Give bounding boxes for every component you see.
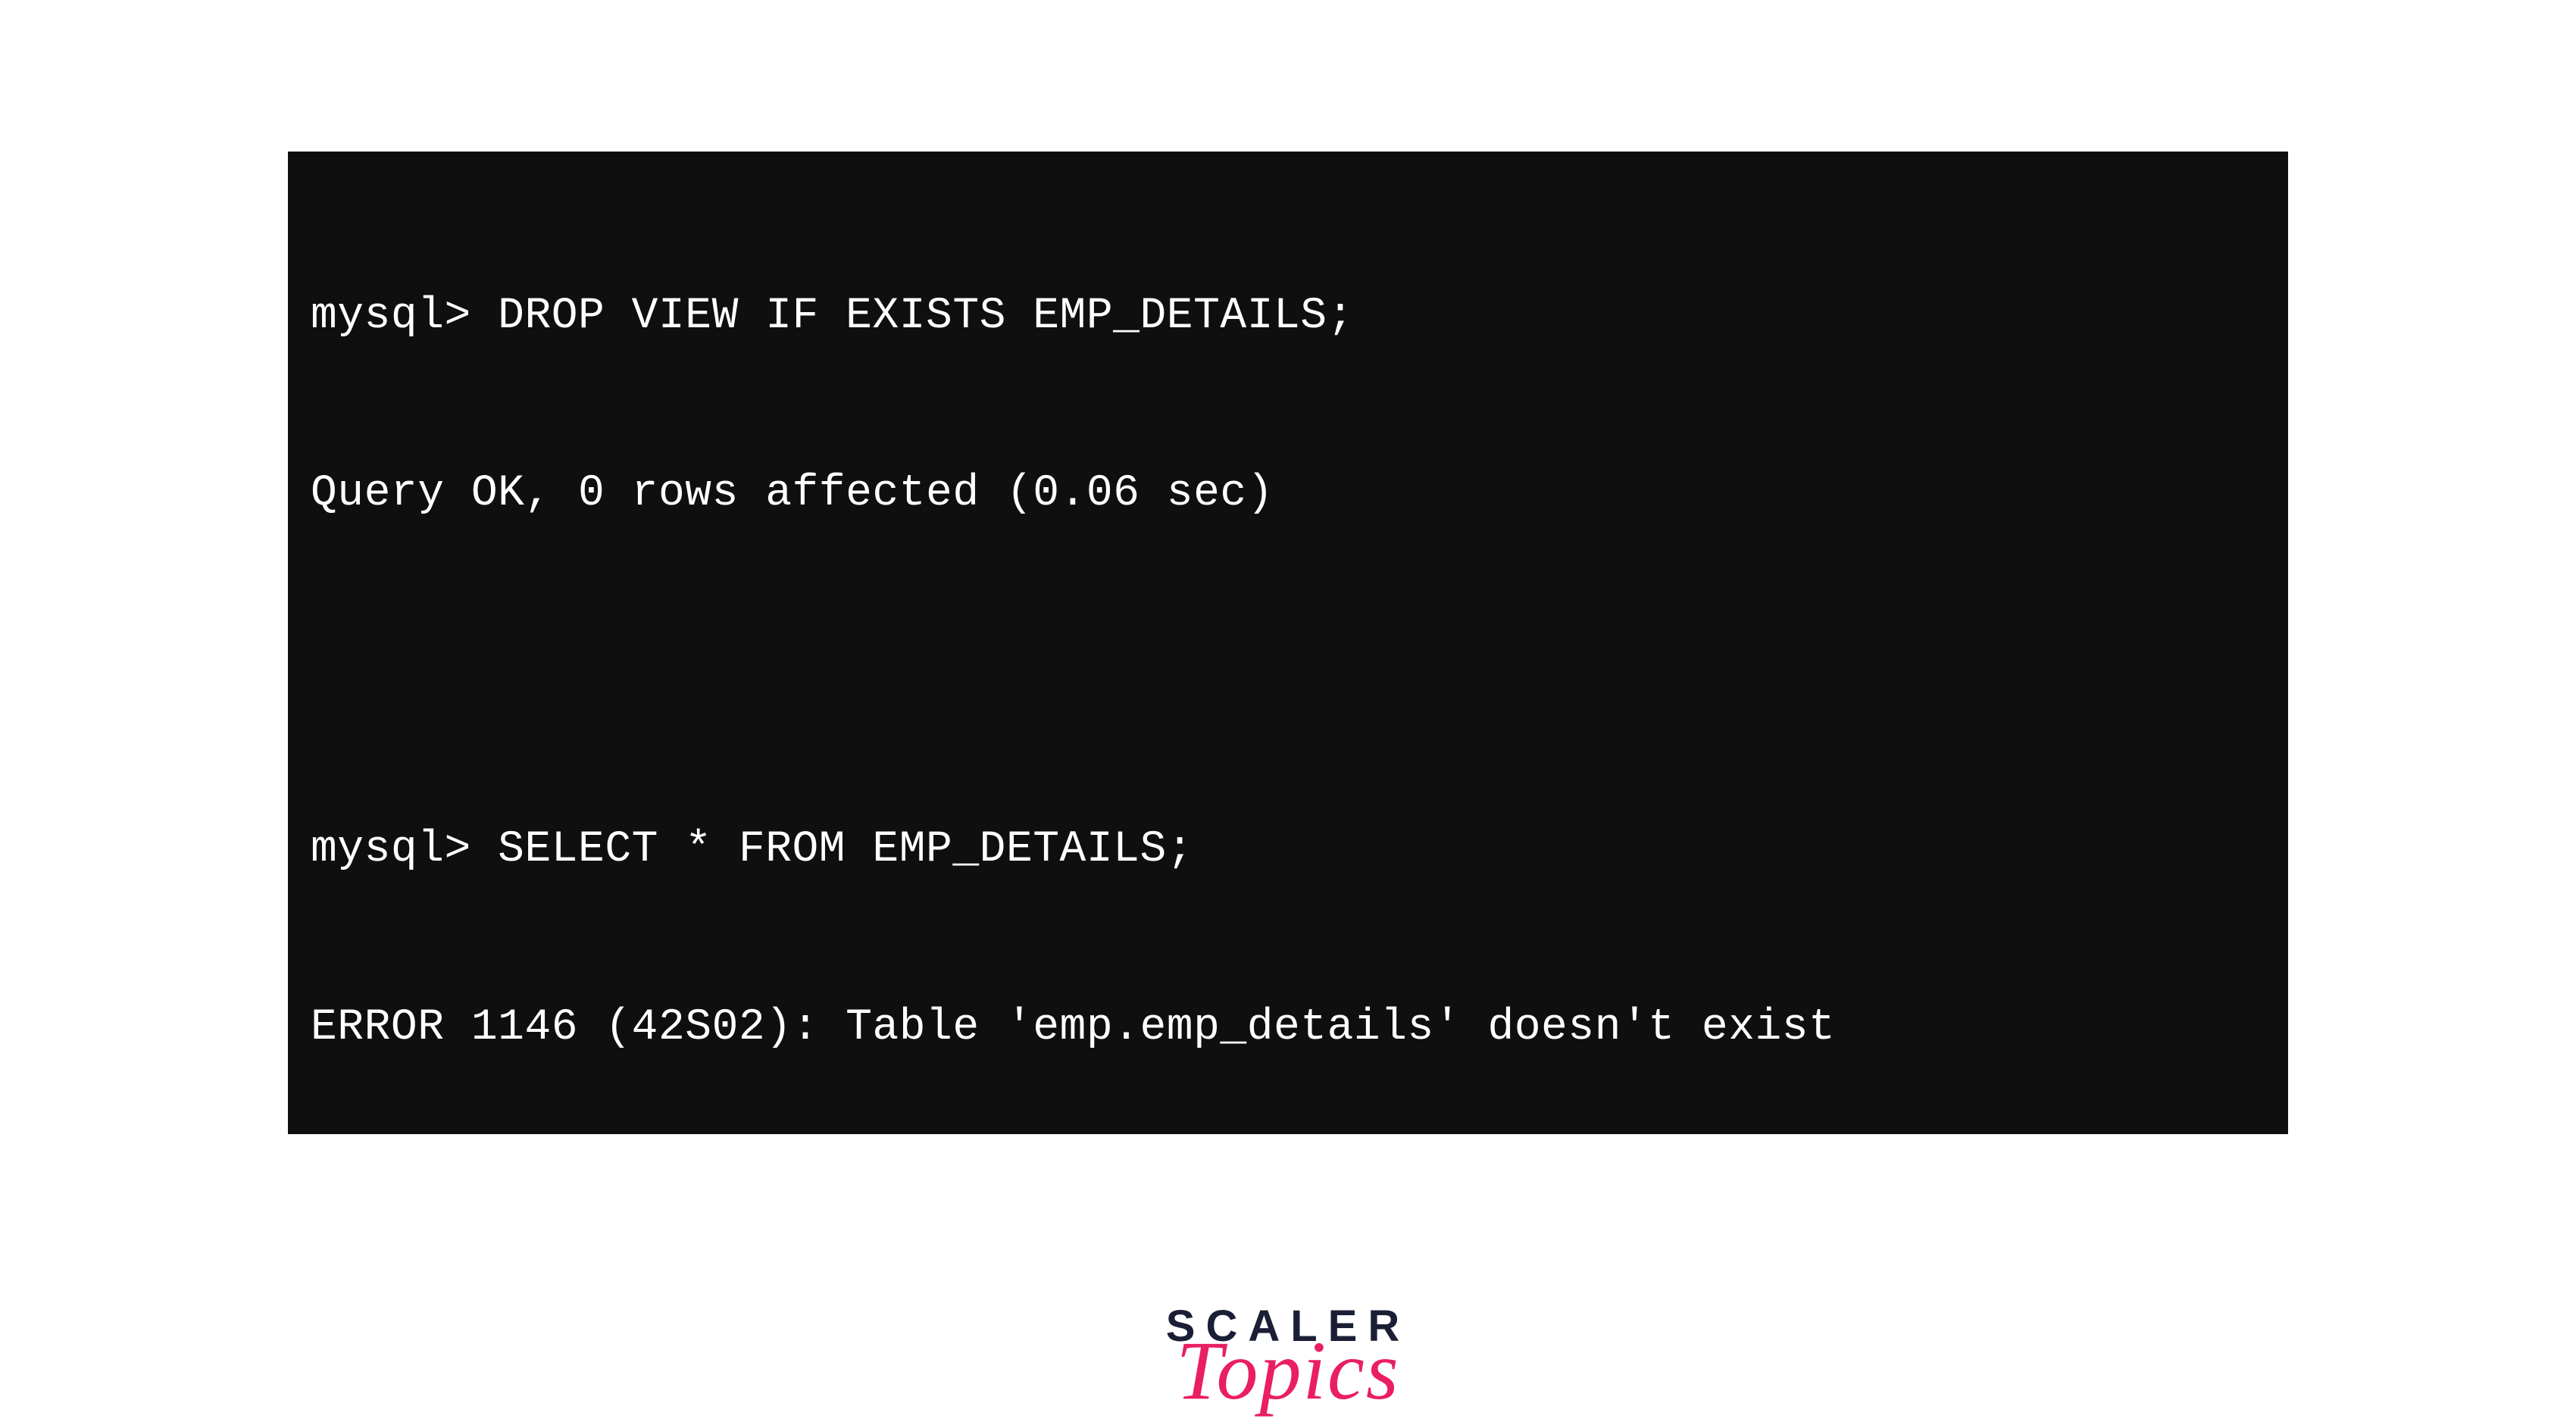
logo-secondary-text: Topics: [1176, 1323, 1399, 1419]
scaler-topics-logo: SCALER Topics: [1166, 1301, 1410, 1419]
terminal-line: mysql> SELECT * FROM EMP_DETAILS;: [311, 820, 2265, 880]
terminal-line: ERROR 1146 (42S02): Table 'emp.emp_detai…: [311, 999, 2265, 1058]
terminal-line: Query OK, 0 rows affected (0.06 sec): [311, 464, 2265, 524]
terminal-output: mysql> DROP VIEW IF EXISTS EMP_DETAILS; …: [288, 152, 2288, 1134]
terminal-line: mysql> DROP VIEW IF EXISTS EMP_DETAILS;: [311, 287, 2265, 346]
terminal-blank-line: [311, 642, 2265, 702]
